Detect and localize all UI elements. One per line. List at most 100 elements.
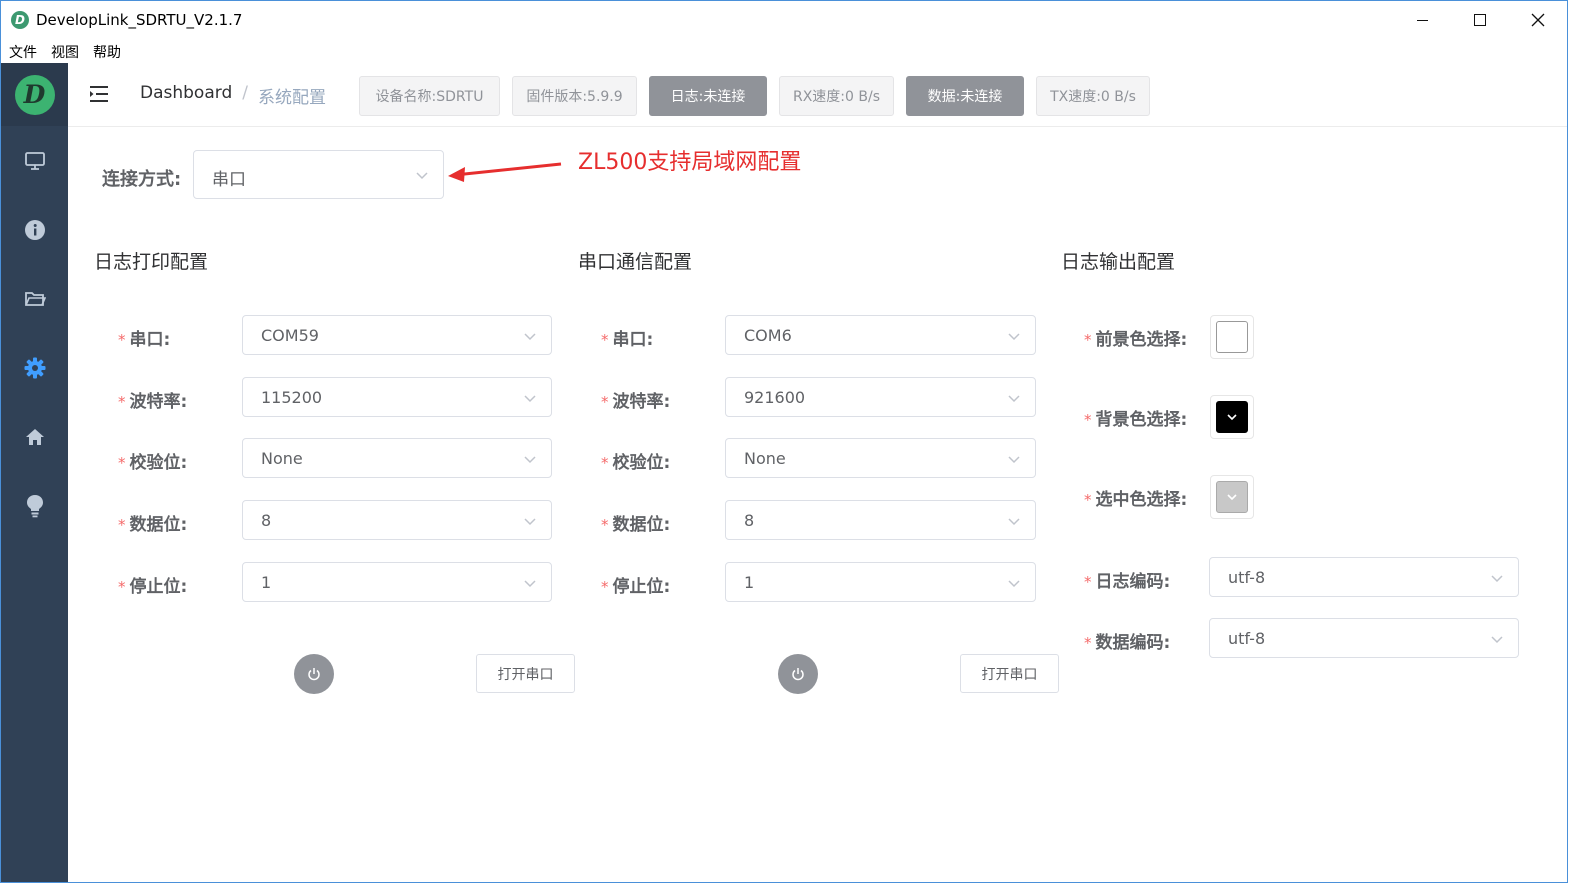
firmware-version-tag: 固件版本:5.9.9 xyxy=(512,76,637,116)
sidebar-item-home[interactable] xyxy=(1,422,68,452)
log-databits-select[interactable]: 8 xyxy=(242,500,552,540)
log-power-button[interactable] xyxy=(294,654,334,694)
maximize-button[interactable] xyxy=(1451,1,1509,39)
log-connection-button[interactable]: 日志:未连接 xyxy=(649,76,767,116)
log-port-label: * 串口: xyxy=(118,325,170,350)
power-icon xyxy=(792,668,804,681)
log-stopbits-select[interactable]: 1 xyxy=(242,562,552,602)
annotation-arrow xyxy=(448,162,562,182)
sidebar-item-monitor[interactable] xyxy=(1,146,68,176)
log-stopbits-value: 1 xyxy=(261,573,272,592)
sidebar-logo[interactable]: D xyxy=(1,63,68,126)
chevron-down-icon xyxy=(524,395,536,403)
connection-value: 串口 xyxy=(212,170,246,190)
comm-port-select[interactable]: COM6 xyxy=(725,315,1036,355)
required-mark: * xyxy=(601,454,609,472)
rx-speed-tag: RX速度:0 B/s xyxy=(779,76,894,116)
top-header: Dashboard / 系统配置 设备名称:SDRTU 固件版本:5.9.9 日… xyxy=(68,63,1567,127)
gear-icon xyxy=(24,357,45,379)
comm-open-port-button[interactable]: 打开串口 xyxy=(960,654,1059,693)
comm-parity-select[interactable]: None xyxy=(725,438,1036,478)
log-port-label-text: 串口: xyxy=(129,330,171,350)
log-baud-label: * 波特率: xyxy=(118,387,187,412)
chevron-down-icon xyxy=(1491,636,1503,644)
log-databits-label: * 数据位: xyxy=(118,510,187,535)
data-encoding-value: utf-8 xyxy=(1228,629,1266,648)
chevron-down-icon xyxy=(524,518,536,526)
log-open-port-button[interactable]: 打开串口 xyxy=(476,654,575,693)
log-port-value: COM59 xyxy=(261,326,319,345)
maximize-icon xyxy=(1474,14,1486,26)
sidebar-item-tips[interactable] xyxy=(1,491,68,521)
log-stopbits-label: * 停止位: xyxy=(118,572,187,597)
window-title: DevelopLink_SDRTU_V2.1.7 xyxy=(36,11,243,29)
log-parity-label-text: 校验位: xyxy=(129,453,188,473)
close-button[interactable] xyxy=(1509,1,1567,39)
sidebar-item-folder[interactable] xyxy=(1,284,68,314)
required-mark: * xyxy=(118,331,126,349)
log-parity-select[interactable]: None xyxy=(242,438,552,478)
comm-power-button[interactable] xyxy=(778,654,818,694)
connection-select[interactable]: 串口 xyxy=(193,150,444,199)
tx-speed-tag: TX速度:0 B/s xyxy=(1036,76,1150,116)
required-mark: * xyxy=(118,393,126,411)
log-encoding-value: utf-8 xyxy=(1228,568,1266,587)
comm-stopbits-label: * 停止位: xyxy=(601,572,670,597)
comm-databits-select[interactable]: 8 xyxy=(725,500,1036,540)
chevron-down-icon xyxy=(1008,395,1020,403)
chevron-down-icon xyxy=(1227,414,1237,421)
comm-databits-value: 8 xyxy=(744,511,755,530)
comm-baud-select[interactable]: 921600 xyxy=(725,377,1036,417)
menu-file[interactable]: 文件 xyxy=(1,39,37,63)
power-icon xyxy=(308,668,320,681)
foreground-color-picker[interactable] xyxy=(1210,315,1254,359)
breadcrumb-separator: / xyxy=(242,83,248,103)
close-icon xyxy=(1531,13,1545,27)
menu-view[interactable]: 视图 xyxy=(43,39,79,63)
menu-bar: 文件 视图 帮助 xyxy=(1,39,1567,63)
home-icon xyxy=(25,429,44,445)
selected-label-text: 选中色选择: xyxy=(1095,490,1188,510)
data-connection-button[interactable]: 数据:未连接 xyxy=(906,76,1024,116)
sidebar-item-settings[interactable] xyxy=(1,353,68,383)
info-icon xyxy=(24,220,45,240)
minimize-button[interactable] xyxy=(1393,1,1451,39)
serial-comm-title: 串口通信配置 xyxy=(578,251,693,273)
menu-fold-icon xyxy=(90,86,108,102)
folder-icon xyxy=(24,292,46,306)
comm-parity-value: None xyxy=(744,449,786,468)
comm-databits-label: * 数据位: xyxy=(601,510,670,535)
comm-baud-label: * 波特率: xyxy=(601,387,670,412)
foreground-color-swatch xyxy=(1216,321,1248,353)
data-encoding-select[interactable]: utf-8 xyxy=(1209,618,1519,658)
settings-panel: 连接方式: 串口 ZL500支持局域网配置 日志打印配置 * 串口: COM59 … xyxy=(68,128,1567,882)
required-mark: * xyxy=(1084,411,1092,429)
log-output-title: 日志输出配置 xyxy=(1061,251,1176,273)
log-encoding-select[interactable]: utf-8 xyxy=(1209,557,1519,597)
required-mark: * xyxy=(1084,573,1092,591)
required-mark: * xyxy=(118,578,126,596)
app-window: D DevelopLink_SDRTU_V2.1.7 文件 视图 帮助 D Da… xyxy=(0,0,1568,883)
sidebar-toggle-button[interactable] xyxy=(89,85,109,103)
selected-label: * 选中色选择: xyxy=(1084,485,1187,510)
background-color-picker[interactable] xyxy=(1210,395,1254,439)
breadcrumb-home[interactable]: Dashboard xyxy=(140,83,232,108)
required-mark: * xyxy=(601,393,609,411)
comm-parity-label-text: 校验位: xyxy=(612,453,671,473)
selected-color-picker[interactable] xyxy=(1210,475,1254,519)
comm-stopbits-select[interactable]: 1 xyxy=(725,562,1036,602)
required-mark: * xyxy=(1084,491,1092,509)
log-stopbits-label-text: 停止位: xyxy=(129,577,188,597)
log-port-select[interactable]: COM59 xyxy=(242,315,552,355)
background-color-swatch xyxy=(1216,401,1248,433)
app-icon: D xyxy=(11,11,29,29)
data-encoding-label-text: 数据编码: xyxy=(1095,633,1171,653)
log-baud-select[interactable]: 115200 xyxy=(242,377,552,417)
menu-help[interactable]: 帮助 xyxy=(85,39,121,63)
comm-stopbits-label-text: 停止位: xyxy=(612,577,671,597)
log-parity-label: * 校验位: xyxy=(118,448,187,473)
sidebar: D xyxy=(1,63,68,882)
sidebar-item-info[interactable] xyxy=(1,215,68,245)
comm-port-label: * 串口: xyxy=(601,325,653,350)
chevron-down-icon xyxy=(1227,494,1237,501)
